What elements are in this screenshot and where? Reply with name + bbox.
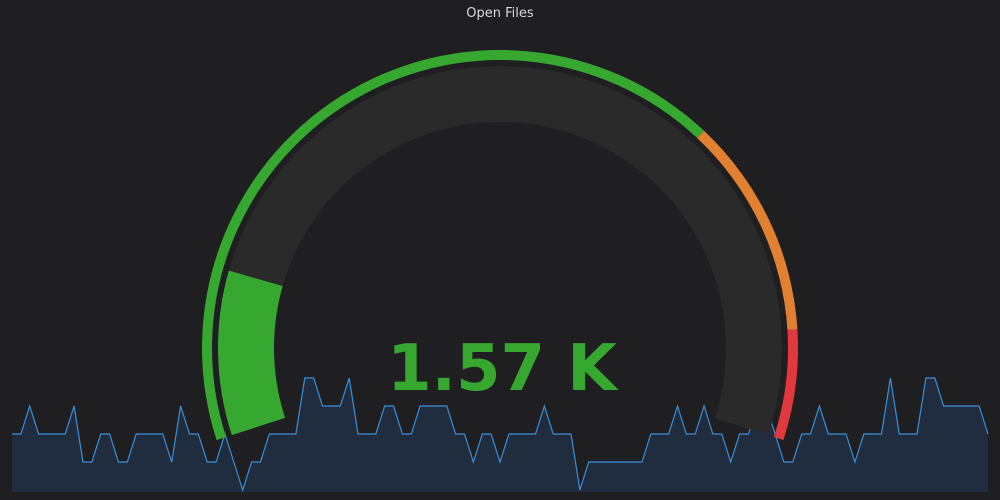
gauge-visualization: 1.57 K — [12, 50, 989, 492]
gauge-panel: Open Files 1.57 K — [0, 0, 1000, 500]
gauge-value: 1.57 K — [387, 332, 619, 406]
gauge-value-arc — [217, 270, 286, 436]
